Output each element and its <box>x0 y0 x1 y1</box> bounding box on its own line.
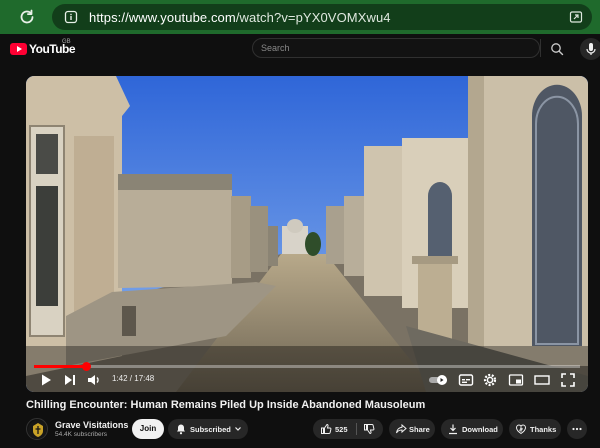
address-bar[interactable]: https://www.youtube.com/watch?v=pYX0VOMX… <box>52 4 592 30</box>
video-title: Chilling Encounter: Human Remains Piled … <box>26 399 426 411</box>
channel-logo-icon <box>28 420 47 439</box>
settings-gear-icon[interactable] <box>482 372 498 388</box>
youtube-play-logo-icon <box>10 43 27 55</box>
join-button[interactable]: Join <box>132 419 164 439</box>
open-in-app-icon[interactable] <box>569 10 583 24</box>
like-divider <box>356 423 357 435</box>
url-text[interactable]: https://www.youtube.com/watch?v=pYX0VOMX… <box>89 10 391 25</box>
more-horizontal-icon <box>572 427 582 431</box>
youtube-header: YouTube GB <box>0 34 600 64</box>
time-display: 1:42 / 17:48 <box>112 374 155 383</box>
thanks-icon <box>515 424 527 435</box>
miniplayer-icon[interactable] <box>508 372 524 388</box>
reload-icon[interactable] <box>17 7 37 27</box>
like-count: 525 <box>335 425 348 434</box>
chevron-down-icon <box>235 427 241 431</box>
search-box <box>252 38 540 58</box>
next-icon[interactable] <box>62 372 78 388</box>
autoplay-toggle-icon[interactable] <box>428 372 450 388</box>
thumbs-up-icon[interactable] <box>320 423 332 435</box>
download-label: Download <box>462 425 498 434</box>
progress-played <box>34 365 87 368</box>
like-dislike-group: 525 <box>313 419 383 439</box>
bell-icon <box>177 424 185 435</box>
voice-search-button[interactable] <box>580 38 600 60</box>
subscribed-button[interactable]: Subscribed <box>168 419 248 439</box>
site-info-icon[interactable] <box>63 9 79 25</box>
url-host: https://www.youtube.com <box>89 10 236 25</box>
video-player[interactable]: 1:42 / 17:48 <box>26 76 588 392</box>
region-code: GB <box>62 39 71 45</box>
share-icon <box>396 423 407 434</box>
theater-mode-icon[interactable] <box>534 372 550 388</box>
progress-scrubber[interactable] <box>81 362 91 371</box>
url-path: /watch?v=pYX0VOMXwu4 <box>235 10 391 25</box>
thanks-label: Thanks <box>530 425 557 434</box>
thumbs-down-icon[interactable] <box>363 423 375 435</box>
share-label: Share <box>409 425 430 434</box>
share-button[interactable]: Share <box>389 419 435 439</box>
subtitles-icon[interactable] <box>458 372 474 388</box>
more-actions-button[interactable] <box>567 419 587 439</box>
download-button[interactable]: Download <box>441 419 503 439</box>
volume-icon[interactable] <box>86 372 102 388</box>
subscriber-count: 54.4K subscribers <box>55 431 108 438</box>
microphone-icon <box>586 43 596 55</box>
search-input[interactable] <box>253 39 539 57</box>
fullscreen-icon[interactable] <box>560 372 576 388</box>
channel-name[interactable]: Grave Visitations <box>55 420 128 430</box>
video-frame <box>26 76 588 392</box>
search-divider <box>540 39 541 57</box>
thanks-button[interactable]: Thanks <box>509 419 561 439</box>
channel-avatar[interactable] <box>26 418 48 440</box>
progress-bar[interactable] <box>34 362 580 371</box>
download-icon <box>449 424 457 435</box>
search-icon[interactable] <box>550 42 564 56</box>
play-icon[interactable] <box>38 372 54 388</box>
browser-toolbar: https://www.youtube.com/watch?v=pYX0VOMX… <box>0 0 600 34</box>
subscribed-label: Subscribed <box>190 425 231 434</box>
